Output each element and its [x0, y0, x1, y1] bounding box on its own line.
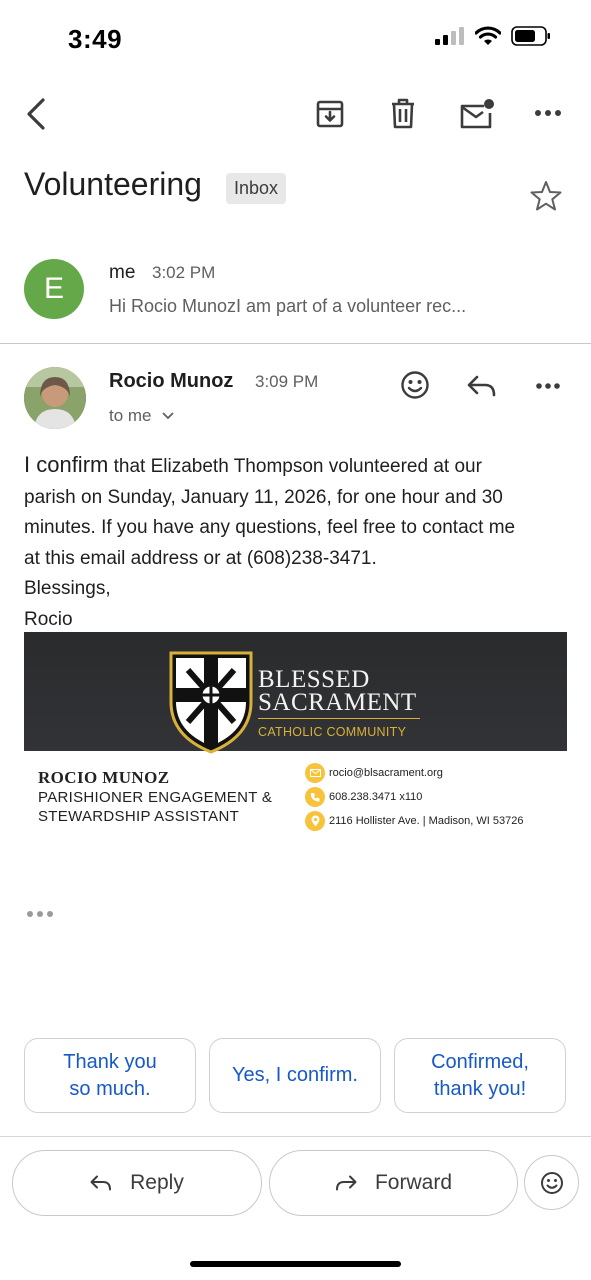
smart-reply-label: Yes, I confirm.: [232, 1064, 358, 1086]
phone-icon: [305, 787, 325, 807]
body-line: Rocio: [24, 608, 73, 630]
battery-icon: [511, 26, 551, 51]
message-snippet: Hi Rocio MunozI am part of a volunteer r…: [109, 296, 467, 316]
signature-role: STEWARDSHIP ASSISTANT: [38, 808, 240, 825]
location-pin-icon: [305, 811, 325, 831]
signature-address-text: 2116 Hollister Ave. | Madison, WI 53726: [329, 815, 524, 827]
signature-phone[interactable]: 608.238.3471 x110: [305, 787, 422, 807]
forward-button[interactable]: Forward: [269, 1150, 518, 1216]
signature-email[interactable]: rocio@blsacrament.org: [305, 763, 443, 783]
emoji-icon: [401, 371, 429, 399]
reply-icon: [90, 1175, 112, 1191]
signature-phone-text: 608.238.3471 x110: [329, 791, 423, 803]
forward-icon: [335, 1175, 357, 1191]
shield-logo-icon: [168, 650, 254, 754]
email-icon: [305, 763, 325, 783]
status-time: 3:49: [68, 24, 123, 54]
banner-subtitle: CATHOLIC COMMUNITY: [258, 725, 407, 739]
message-time: 3:09 PM: [255, 372, 319, 391]
more-icon: [535, 110, 561, 116]
chevron-down-icon: [161, 412, 174, 420]
smart-reply-label: Confirmed,: [431, 1050, 529, 1073]
banner-title-line2: SACRAMENT: [258, 689, 417, 716]
body-line: Blessings,: [24, 578, 111, 599]
signature-address[interactable]: 2116 Hollister Ave. | Madison, WI 53726: [305, 811, 523, 831]
reply-icon-button[interactable]: [464, 370, 500, 402]
sender-name: me: [109, 262, 136, 283]
signature-name: ROCIO MUNOZ: [38, 768, 170, 787]
profile-photo-icon: [24, 367, 86, 429]
emoji-icon: [540, 1171, 563, 1194]
signature-banner: BLESSED SACRAMENT CATHOLIC COMMUNITY: [24, 632, 567, 754]
smart-reply-label: so much.: [69, 1077, 151, 1100]
body-line: parish on Sunday, January 11, 2026, for …: [24, 486, 503, 508]
smart-reply-button[interactable]: Confirmed, thank you!: [394, 1038, 566, 1113]
body-line: that Elizabeth Thompson volunteered at o…: [108, 456, 482, 477]
emoji-reaction-button[interactable]: [524, 1155, 579, 1210]
more-options-button[interactable]: [530, 98, 566, 128]
status-icons: [435, 26, 551, 51]
star-icon: [530, 181, 562, 211]
archive-button[interactable]: [312, 94, 348, 134]
more-icon: [536, 383, 560, 389]
add-reaction-button[interactable]: [398, 368, 432, 402]
signature-email-text: rocio@blsacrament.org: [329, 767, 443, 779]
banner-rule: [258, 718, 420, 719]
message-more-button[interactable]: [530, 372, 566, 400]
show-trimmed-content-button[interactable]: [24, 904, 56, 924]
reply-icon: [467, 375, 496, 397]
message-body: I confirm that Elizabeth Thompson volunt…: [24, 450, 569, 635]
reply-button[interactable]: Reply: [12, 1150, 262, 1216]
trash-icon: [392, 98, 414, 129]
body-line: minutes. If you have any questions, feel…: [24, 517, 516, 538]
avatar: E: [24, 259, 84, 319]
recipients-toggle[interactable]: to me: [109, 406, 174, 426]
sender-name: Rocio Munoz: [109, 370, 234, 392]
inbox-label-chip[interactable]: Inbox: [226, 173, 287, 204]
body-line: at this email address or at (608)238-347…: [24, 547, 377, 569]
back-arrow-icon: [27, 98, 45, 130]
smart-reply-label: Thank you: [63, 1050, 157, 1073]
more-icon: [27, 911, 53, 917]
divider: [0, 343, 591, 344]
home-indicator[interactable]: [190, 1261, 401, 1267]
cellular-icon: [435, 27, 465, 50]
avatar: [24, 367, 86, 429]
mark-unread-icon: [460, 99, 494, 129]
message-time: 3:02 PM: [152, 263, 216, 282]
star-button[interactable]: [528, 178, 564, 214]
thread-subject: Volunteering: [24, 166, 202, 202]
reply-label: Reply: [130, 1171, 184, 1194]
smart-reply-button[interactable]: Thank you so much.: [24, 1038, 196, 1113]
delete-button[interactable]: [385, 94, 421, 134]
body-lead: I confirm: [24, 452, 109, 477]
wifi-icon: [474, 26, 502, 51]
mark-unread-button[interactable]: [458, 94, 496, 134]
recipients-label: to me: [109, 406, 152, 425]
archive-icon: [316, 100, 344, 128]
forward-label: Forward: [374, 1171, 453, 1194]
smart-reply-label: thank you!: [433, 1077, 527, 1100]
signature-role: PARISHIONER ENGAGEMENT &: [38, 789, 273, 806]
divider: [0, 1136, 591, 1137]
back-button[interactable]: [18, 94, 54, 134]
smart-reply-button[interactable]: Yes, I confirm.: [209, 1038, 381, 1113]
